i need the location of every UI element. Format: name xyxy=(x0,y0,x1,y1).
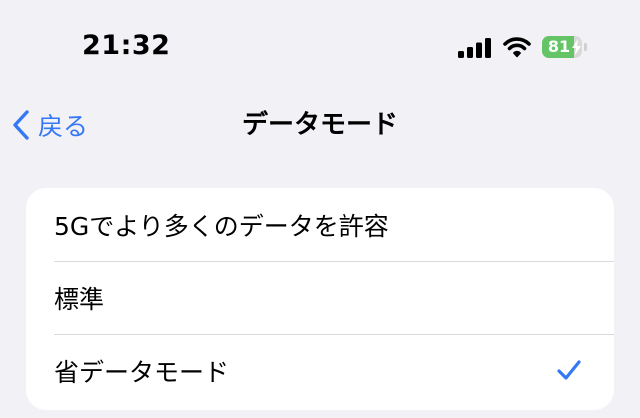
data-mode-options: 5Gでより多くのデータを許容 標準 省データモード xyxy=(26,188,614,410)
back-button[interactable]: 戻る xyxy=(12,105,88,145)
charging-bolt-icon xyxy=(572,39,581,55)
status-time: 21:32 xyxy=(82,30,171,61)
battery-indicator: 81 xyxy=(542,36,587,58)
option-label: 省データモード xyxy=(54,357,230,387)
chevron-left-icon xyxy=(13,110,29,140)
battery-cap xyxy=(584,43,587,51)
wifi-icon xyxy=(503,37,531,58)
option-label: 5Gでより多くのデータを許容 xyxy=(54,211,389,241)
page-title: データモード xyxy=(241,110,398,140)
option-row-allow-more-data-5g[interactable]: 5Gでより多くのデータを許容 xyxy=(26,188,614,261)
battery-level-text: 81 xyxy=(547,37,571,56)
navigation-bar: データモード 戻る xyxy=(0,95,640,153)
checkmark-icon xyxy=(557,360,581,380)
back-button-label: 戻る xyxy=(38,112,89,141)
status-bar: 21:32 81 xyxy=(0,0,640,90)
battery-body: 81 xyxy=(542,36,582,58)
cellular-signal-icon xyxy=(458,38,491,58)
option-label: 標準 xyxy=(54,284,105,314)
option-row-low-data-mode[interactable]: 省データモード xyxy=(26,334,614,407)
option-row-standard[interactable]: 標準 xyxy=(26,261,614,334)
